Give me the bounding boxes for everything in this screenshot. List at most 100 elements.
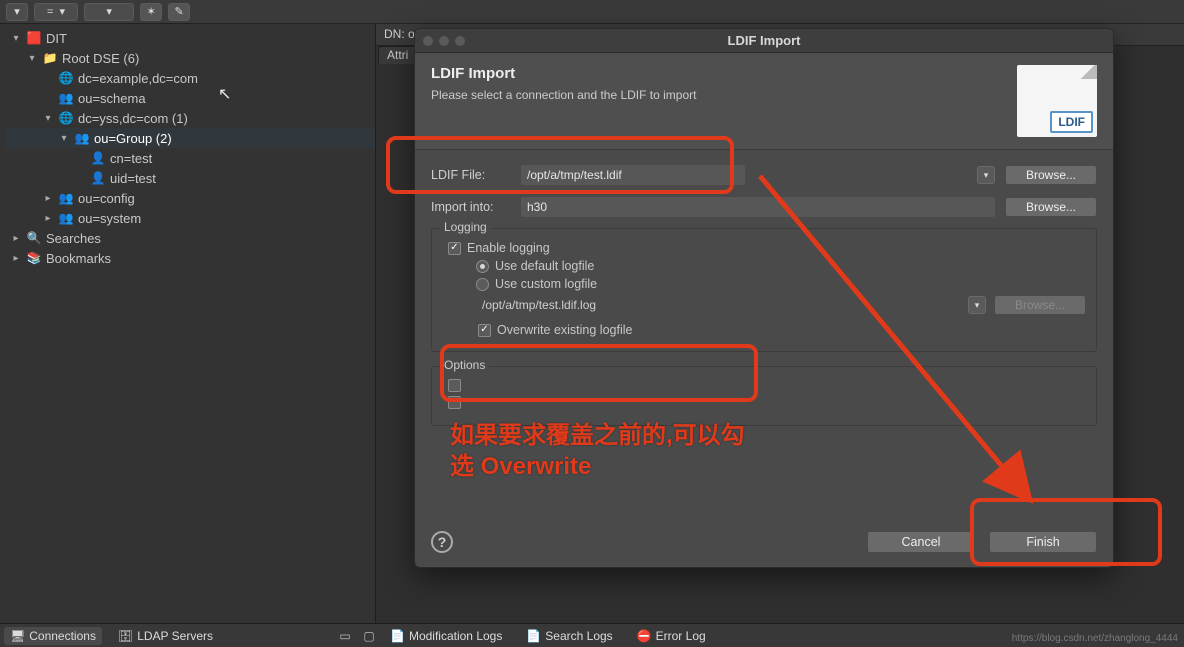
finish-button[interactable]: Finish [989,531,1097,553]
enable-logging-checkbox[interactable]: Enable logging [448,241,1086,255]
radio-unchecked-icon [476,278,489,291]
bottom-tab-bar: 🖥Connections 🗄LDAP Servers ▭ ▢ 📄Modifica… [0,623,1184,647]
options-group: Options [431,366,1097,426]
enable-logging-label: Enable logging [467,241,550,255]
import-into-label: Import into: [431,200,511,214]
toolbar-action-1[interactable]: ✶ [140,3,162,21]
servers-icon: 🗄 [118,629,133,643]
connections-icon: 🖥 [10,629,25,643]
dialog-title: LDIF Import [415,33,1113,48]
log-icon: 📄 [526,629,541,643]
tree-node-ou-schema[interactable]: 👥 ou=schema [6,88,375,108]
import-into-browse-button[interactable]: Browse... [1005,197,1097,217]
entry-icon: 👤 [90,150,106,166]
tree-label: cn=test [110,151,152,166]
tree-node-dc-example[interactable]: 🌐 dc=example,dc=com [6,68,375,88]
import-into-row: Import into: h30 Browse... [431,196,1097,218]
attributes-tab[interactable]: Attri [378,46,417,64]
cancel-button[interactable]: Cancel [867,531,975,553]
checkbox-checked-icon [478,324,491,337]
tab-connections[interactable]: 🖥Connections [4,627,102,645]
org-icon: 👥 [58,210,74,226]
checkbox-checked-icon [448,242,461,255]
logfile-path-row: /opt/a/tmp/test.ldif.log ▾ Browse... [482,295,1086,315]
tree-node-cn-test[interactable]: 👤 cn=test [6,148,375,168]
tree-label: Bookmarks [46,251,111,266]
tree-node-searches[interactable]: ▸ 🔍 Searches [6,228,375,248]
logging-legend: Logging [440,220,491,234]
logfile-path: /opt/a/tmp/test.ldif.log [482,298,960,312]
use-custom-logfile-label: Use custom logfile [495,277,597,291]
filter-op-label: = [47,6,53,18]
chevron-right-icon[interactable]: ▸ [42,193,54,204]
options-legend: Options [440,358,489,372]
entry-icon: 👤 [90,170,106,186]
org-icon: 👥 [58,90,74,106]
dialog-titlebar[interactable]: LDIF Import [415,29,1113,53]
ldif-file-label: LDIF File: [431,168,511,182]
chevron-right-icon[interactable]: ▸ [10,253,22,264]
minimize-icon[interactable]: ▭ [338,629,352,643]
chevron-right-icon[interactable]: ▸ [42,213,54,224]
tree-node-ou-group[interactable]: ▾ 👥 ou=Group (2) [6,128,375,148]
log-icon: 📄 [390,629,405,643]
checkbox-unchecked-icon [448,396,461,409]
dialog-header: LDIF Import Please select a connection a… [415,53,1113,150]
use-custom-logfile-radio[interactable]: Use custom logfile [476,277,1086,291]
search-icon: 🔍 [26,230,42,246]
tree-label: ou=Group (2) [94,131,172,146]
toolbar-action-2[interactable]: ✎ [168,3,190,21]
chevron-down-icon[interactable]: ▾ [58,133,70,144]
use-default-logfile-radio[interactable]: Use default logfile [476,259,1086,273]
chevron-down-icon[interactable]: ▾ [10,33,22,44]
tab-modification-logs[interactable]: 📄Modification Logs [384,627,508,645]
ldif-file-input[interactable]: /opt/a/tmp/test.ldif [521,165,745,185]
error-icon: ⛔ [637,629,652,643]
ldap-tree-sidebar: ▾ 🟥 DIT ▾ 📁 Root DSE (6) 🌐 dc=example,dc… [0,24,376,647]
tab-error-log[interactable]: ⛔Error Log [631,627,712,645]
dialog-header-title: LDIF Import [431,65,696,82]
logfile-history-button[interactable]: ▾ [968,296,986,314]
chevron-down-icon[interactable]: ▾ [26,53,38,64]
toolbar-dropdown-1[interactable]: ▾ [6,3,28,21]
tree-label: ou=system [78,211,141,226]
tree-label: Root DSE (6) [62,51,139,66]
ldif-file-history-button[interactable]: ▾ [977,166,995,184]
toolbar-filter-eq[interactable]: = ▾ [34,3,78,21]
tree-node-uid-test[interactable]: 👤 uid=test [6,168,375,188]
org-icon: 👥 [58,190,74,206]
dit-icon: 🟥 [26,30,42,46]
tree-label: ou=config [78,191,135,206]
tab-ldap-servers[interactable]: 🗄LDAP Servers [112,627,219,645]
overwrite-logfile-label: Overwrite existing logfile [497,323,632,337]
overwrite-logfile-checkbox[interactable]: Overwrite existing logfile [478,323,1086,337]
ldif-import-dialog: LDIF Import LDIF Import Please select a … [414,28,1114,568]
logfile-browse-button: Browse... [994,295,1086,315]
tree-node-root-dse[interactable]: ▾ 📁 Root DSE (6) [6,48,375,68]
logging-group: Logging Enable logging Use default logfi… [431,228,1097,352]
tree-node-ou-config[interactable]: ▸ 👥 ou=config [6,188,375,208]
import-into-input[interactable]: h30 [521,197,995,217]
restore-icon[interactable]: ▢ [362,629,376,643]
folder-icon: 📁 [42,50,58,66]
tree-node-dit[interactable]: ▾ 🟥 DIT [6,28,375,48]
tree-label: Searches [46,231,101,246]
tab-search-logs[interactable]: 📄Search Logs [520,627,618,645]
toolbar-dropdown-2[interactable]: ▾ [84,3,134,21]
tree-label: dc=example,dc=com [78,71,198,86]
chevron-right-icon[interactable]: ▸ [10,233,22,244]
tree-node-ou-system[interactable]: ▸ 👥 ou=system [6,208,375,228]
option-checkbox-1[interactable] [448,379,1086,392]
tree-node-bookmarks[interactable]: ▸ 📚 Bookmarks [6,248,375,268]
help-button[interactable]: ? [431,531,453,553]
chevron-down-icon[interactable]: ▾ [42,113,54,124]
ldif-file-row: LDIF File: /opt/a/tmp/test.ldif ▾ Browse… [431,164,1097,186]
watermark: https://blog.csdn.net/zhanglong_4444 [1012,633,1178,644]
checkbox-unchecked-icon [448,379,461,392]
main-toolbar: ▾ = ▾ ▾ ✶ ✎ [0,0,1184,24]
globe-icon: 🌐 [58,70,74,86]
ldif-file-browse-button[interactable]: Browse... [1005,165,1097,185]
bookmark-icon: 📚 [26,250,42,266]
option-checkbox-2[interactable] [448,396,1086,409]
tree-node-dc-yss[interactable]: ▾ 🌐 dc=yss,dc=com (1) [6,108,375,128]
